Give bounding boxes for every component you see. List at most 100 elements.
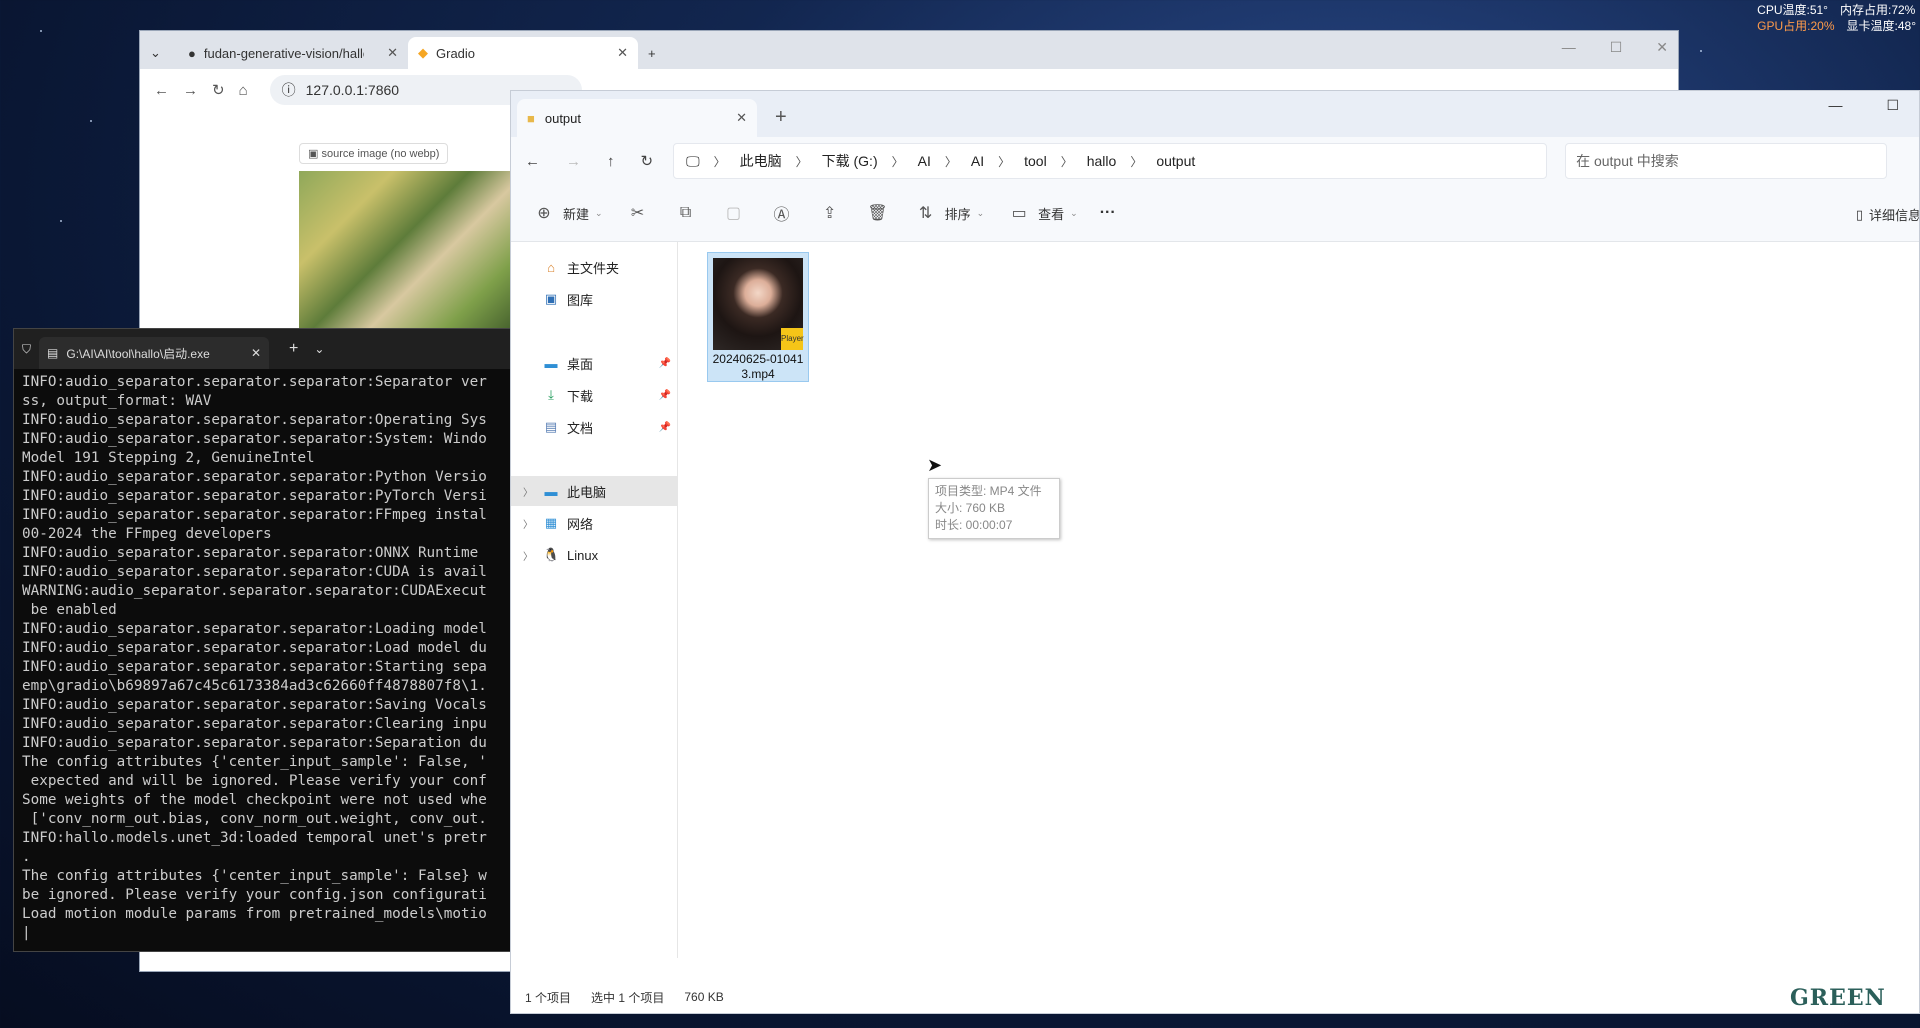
pin-icon: 📌 [658, 357, 671, 369]
navigation-pane: ⌂ 主文件夹 ▣ 图库 ▬ 桌面 📌 ⤓ 下载 📌 ▤ 文档 📌 〉 ▬ 此电脑 〉 ▦ 网络 〉 🐧 Li… [511, 242, 678, 958]
share-icon[interactable]: ⇪ [817, 203, 843, 223]
file-explorer-window: ■ output ✕ + — ☐ ← → ↑ ↻ 🖵 〉 此电脑 〉 下载 (G… [510, 90, 1920, 1014]
source-image[interactable] [299, 171, 519, 331]
browser-tab-github[interactable]: ● fudan-generative-vision/hallo ✕ [178, 37, 408, 69]
gradio-icon: ◆ [418, 45, 428, 60]
terminal-output[interactable]: INFO:audio_separator.separator.separator… [14, 369, 514, 947]
terminal-line: Load motion module params from pretraine… [22, 906, 487, 922]
terminal-line: . [22, 849, 31, 865]
window-controls: — ☐ ✕ [1562, 39, 1668, 56]
sidebar-item-downloads[interactable]: ⤓ 下载 📌 [527, 380, 677, 410]
gpu-temp: 显卡温度:48° [1846, 19, 1916, 33]
minimize-icon[interactable]: — [1562, 39, 1576, 56]
delete-icon[interactable]: 🗑 [865, 203, 891, 223]
breadcrumb-item[interactable]: output [1156, 153, 1195, 169]
sidebar-item-network[interactable]: 〉 ▦ 网络 [511, 508, 677, 538]
terminal-tab[interactable]: ▤ G:\AI\AI\tool\hallo\启动.exe ✕ [39, 337, 270, 369]
terminal-line: INFO:audio_separator.separator.separator… [22, 564, 487, 580]
terminal-line: INFO:audio_separator.separator.separator… [22, 469, 487, 485]
breadcrumb-item[interactable]: tool [1024, 153, 1047, 169]
new-tab-button[interactable]: + [757, 106, 787, 137]
terminal-line: INFO:audio_separator.separator.separator… [22, 659, 487, 675]
breadcrumb[interactable]: 🖵 〉 此电脑 〉 下载 (G:) 〉 AI 〉 AI 〉 tool 〉 hal… [673, 143, 1548, 179]
hardware-monitor: CPU温度:51° 内存占用:72% GPU占用:20% 显卡温度:48° [1757, 2, 1916, 34]
maximize-icon[interactable]: ☐ [1886, 97, 1899, 114]
forward-icon[interactable]: → [183, 82, 198, 99]
sidebar-item-this-pc[interactable]: 〉 ▬ 此电脑 [511, 476, 677, 506]
new-tab-button[interactable]: + [638, 37, 666, 69]
sidebar-item-linux[interactable]: 〉 🐧 Linux [511, 540, 677, 570]
file-tooltip: 项目类型: MP4 文件 大小: 760 KB 时长: 00:00:07 [928, 478, 1060, 539]
sidebar-item-home[interactable]: ⌂ 主文件夹 [527, 252, 677, 282]
folder-icon: ■ [527, 110, 535, 126]
chevron-down-icon[interactable]: ⌄ [306, 342, 324, 356]
breadcrumb-item[interactable]: AI [918, 153, 931, 169]
sidebar-item-gallery[interactable]: ▣ 图库 [527, 284, 677, 314]
item-count: 1 个项目 [525, 990, 572, 1005]
image-icon: ▣ [308, 148, 322, 160]
maximize-icon[interactable]: ☐ [1610, 39, 1623, 56]
gpu-usage: GPU占用:20% [1757, 19, 1835, 33]
breadcrumb-item[interactable]: 此电脑 [740, 151, 782, 171]
close-icon[interactable]: ✕ [387, 45, 398, 61]
close-icon[interactable]: ✕ [1656, 39, 1668, 56]
chevron-right-icon[interactable]: 〉 [523, 548, 533, 563]
rename-icon[interactable]: Ⓐ [769, 201, 795, 225]
view-button[interactable]: ▭ 查看 ⌄ [1006, 203, 1078, 223]
tab-label: Gradio [436, 45, 476, 61]
cpu-temp: CPU温度:51° [1757, 3, 1828, 17]
selected-count: 选中 1 个项目 [591, 990, 665, 1005]
close-icon[interactable]: ✕ [251, 346, 261, 360]
forward-icon[interactable]: → [566, 153, 581, 170]
new-button[interactable]: ⊕ 新建 ⌄ [531, 203, 602, 223]
status-bar: 1 个项目 选中 1 个项目 760 KB [511, 981, 1920, 1013]
terminal-line: INFO:audio_separator.separator.separator… [22, 412, 487, 428]
terminal-line: INFO:audio_separator.separator.separator… [22, 716, 487, 732]
more-button[interactable]: ··· [1100, 204, 1116, 222]
sidebar-item-documents[interactable]: ▤ 文档 📌 [527, 412, 677, 442]
breadcrumb-item[interactable]: hallo [1087, 153, 1117, 169]
file-item-mp4[interactable]: Player 20240625-010413.mp4 [707, 252, 809, 382]
terminal-line: INFO:audio_separator.separator.separator… [22, 431, 487, 447]
mem-usage: 内存占用:72% [1839, 3, 1916, 17]
breadcrumb-item[interactable]: 下载 (G:) [822, 151, 878, 171]
browser-tab-gradio[interactable]: ◆ Gradio ✕ [408, 37, 638, 69]
terminal-line: be enabled [22, 602, 117, 618]
up-icon[interactable]: ↑ [607, 153, 615, 170]
shield-icon: ⛉ [22, 341, 32, 356]
sidebar-item-desktop[interactable]: ▬ 桌面 📌 [527, 348, 677, 378]
close-icon[interactable]: ✕ [617, 45, 628, 61]
plus-circle-icon: ⊕ [537, 205, 551, 222]
explorer-tab[interactable]: ■ output ✕ [517, 99, 757, 137]
terminal-tabbar: ⛉ ▤ G:\AI\AI\tool\hallo\启动.exe ✕ + ⌄ [14, 329, 514, 369]
home-icon[interactable]: ⌂ [239, 82, 248, 99]
pin-icon: 📌 [658, 421, 671, 433]
mouse-cursor-icon: ➤ [927, 455, 943, 475]
refresh-icon[interactable]: ↻ [641, 152, 654, 170]
terminal-line: INFO:audio_separator.separator.separator… [22, 621, 487, 637]
chevron-right-icon[interactable]: 〉 [523, 516, 533, 531]
terminal-line: Some weights of the model checkpoint wer… [22, 792, 487, 808]
details-button[interactable]: ▯ 详细信息 [1856, 205, 1919, 224]
close-icon[interactable]: ✕ [736, 110, 747, 126]
download-icon: ⤓ [548, 387, 554, 402]
paste-icon[interactable]: ▢ [721, 203, 747, 223]
watermark-logo: GREEN [1790, 985, 1886, 1011]
breadcrumb-item[interactable]: AI [971, 153, 984, 169]
search-input[interactable]: 在 output 中搜索 [1565, 143, 1888, 179]
reload-icon[interactable]: ↻ [212, 81, 225, 99]
terminal-line: INFO:audio_separator.separator.separator… [22, 735, 487, 751]
back-icon[interactable]: ← [154, 82, 169, 99]
tab-list-button[interactable]: ⌄ [140, 37, 178, 69]
new-tab-button[interactable]: + [277, 340, 298, 358]
back-icon[interactable]: ← [525, 153, 540, 170]
chevron-right-icon[interactable]: 〉 [523, 484, 533, 499]
sort-button[interactable]: ⇅ 排序 ⌄ [913, 203, 984, 223]
minimize-icon[interactable]: — [1828, 97, 1842, 114]
terminal-line: be ignored. Please verify your config.js… [22, 887, 487, 903]
cut-icon[interactable]: ✂ [625, 203, 651, 223]
chevron-right-icon: 〉 [1130, 154, 1143, 169]
copy-icon[interactable]: ⧉ [673, 204, 699, 222]
terminal-line: WARNING:audio_separator.separator.separa… [22, 583, 487, 599]
explorer-titlebar: ■ output ✕ + — ☐ [511, 91, 1919, 137]
